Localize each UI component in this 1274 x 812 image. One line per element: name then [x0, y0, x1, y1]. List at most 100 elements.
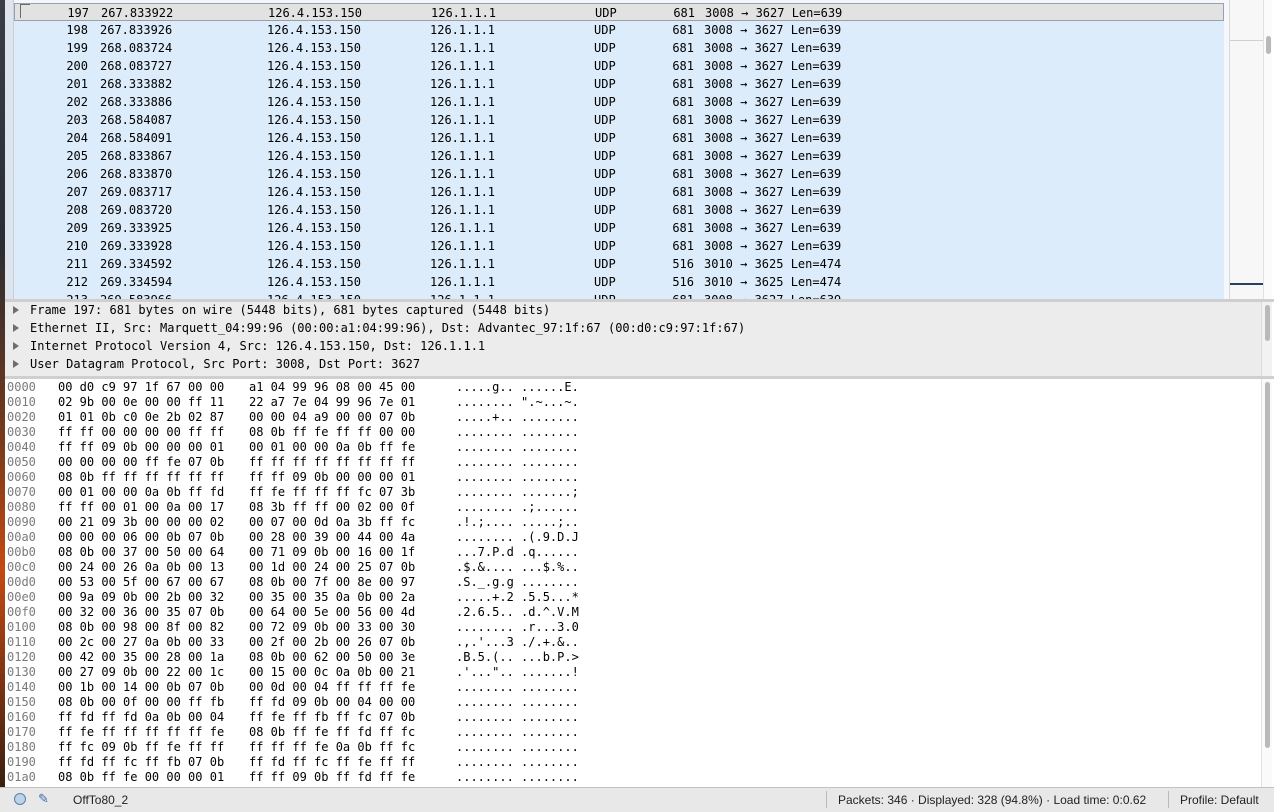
packet-row[interactable]: 199 268.083724 126.4.153.150 126.1.1.1 UDP 68… — [14, 39, 1224, 57]
packet-source: 126.4.153.150 — [267, 167, 361, 181]
packet-details-pane[interactable]: Frame 197: 681 bytes on wire (5448 bits)… — [5, 302, 1272, 376]
packet-destination: 126.1.1.1 — [430, 203, 496, 217]
ascii-dump: ........ ........ — [456, 740, 579, 754]
hex-bytes-first-half: 00 00 00 06 00 0b 07 0b — [58, 530, 225, 544]
packet-source: 126.4.153.150 — [267, 41, 361, 55]
packet-time: 269.333928 — [100, 239, 173, 253]
packet-time: 268.584087 — [100, 113, 173, 127]
packet-info: 3008 → 3627 Len=639 — [704, 221, 842, 235]
hex-bytes-first-half: 08 0b ff fe 00 00 00 01 — [58, 770, 225, 784]
ascii-dump: ........ .......; — [456, 485, 579, 499]
ascii-dump: ........ ........ — [456, 695, 579, 709]
protocol-tree-item[interactable]: User Datagram Protocol, Src Port: 3008, … — [5, 356, 1255, 374]
profile-selector[interactable]: Profile: Default — [1180, 793, 1259, 807]
packet-source: 126.4.153.150 — [267, 131, 361, 145]
packet-row[interactable]: 206 268.833870 126.4.153.150 126.1.1.1 UDP 68… — [14, 165, 1224, 183]
expand-triangle-icon[interactable] — [13, 306, 19, 314]
ascii-dump: ........ ........ — [456, 755, 579, 769]
packet-source: 126.4.153.150 — [267, 203, 361, 217]
packet-row[interactable]: 204 268.584091 126.4.153.150 126.1.1.1 UDP 68… — [14, 129, 1224, 147]
details-scrollbar[interactable] — [1261, 302, 1272, 376]
bytes-scroll-thumb[interactable] — [1265, 382, 1270, 748]
packet-source: 126.4.153.150 — [267, 113, 361, 127]
protocol-tree-label: Ethernet II, Src: Marquett_04:99:96 (00:… — [30, 321, 746, 335]
packet-length: 681 — [672, 167, 694, 181]
ascii-dump: .B.5.(.. ...b.P.> — [456, 650, 579, 664]
packet-row[interactable]: 202 268.333886 126.4.153.150 126.1.1.1 UDP 68… — [14, 93, 1224, 111]
packet-protocol: UDP — [594, 95, 616, 109]
packet-length: 681 — [673, 6, 695, 20]
expert-info-icon[interactable] — [14, 793, 26, 805]
packet-row[interactable]: 212 269.334594 126.4.153.150 126.1.1.1 UDP 51… — [14, 273, 1224, 291]
packet-row[interactable]: 213269.583966126.4.153.150126.1.1.1UDP68… — [14, 291, 1224, 299]
packet-source: 126.4.153.150 — [267, 257, 361, 271]
packet-info: 3008 → 3627 Len=639 — [704, 77, 842, 91]
packet-bytes-pane[interactable]: 0000 00 d0 c9 97 1f 67 00 00 a1 04 99 96 0… — [5, 379, 1272, 787]
packet-info: 3008 → 3627 Len=639 — [704, 203, 842, 217]
packet-row[interactable]: 205 268.833867 126.4.153.150 126.1.1.1 UDP 68… — [14, 147, 1224, 165]
packet-row[interactable]: 198 267.833926 126.4.153.150 126.1.1.1 UDP 68… — [14, 21, 1224, 39]
hex-bytes-second-half: 00 01 00 00 0a 0b ff fe — [249, 440, 416, 454]
expand-triangle-icon[interactable] — [13, 324, 19, 332]
packet-length: 681 — [672, 23, 694, 37]
ascii-dump: ........ ........ — [456, 680, 579, 694]
packet-list-scroll-thumb[interactable] — [1266, 36, 1271, 54]
hex-bytes-first-half: 00 00 00 00 ff fe 07 0b — [58, 455, 225, 469]
hex-offset: 0130 — [7, 665, 36, 679]
packet-number: 209 — [66, 221, 88, 235]
packet-destination: 126.1.1.1 — [430, 131, 496, 145]
packet-number: 205 — [66, 149, 88, 163]
hex-bytes-second-half: 08 3b ff ff 00 02 00 0f — [249, 500, 416, 514]
hex-bytes-first-half: ff fd ff fc ff fb 07 0b — [58, 755, 225, 769]
packet-source: 126.4.153.150 — [267, 95, 361, 109]
packet-row[interactable]: 203 268.584087 126.4.153.150 126.1.1.1 UDP 68… — [14, 111, 1224, 129]
hex-bytes-first-half: 00 01 00 00 0a 0b ff fd — [58, 485, 225, 499]
packet-row[interactable]: 201 268.333882 126.4.153.150 126.1.1.1 UDP 68… — [14, 75, 1224, 93]
packet-time: 268.833867 — [100, 149, 173, 163]
packet-protocol: UDP — [594, 23, 616, 37]
packet-protocol: UDP — [594, 77, 616, 91]
packet-row[interactable]: 197 267.833922 126.4.153.150 126.1.1.1 UDP 68… — [14, 3, 1224, 21]
packet-source: 126.4.153.150 — [267, 23, 361, 37]
packet-row[interactable]: 209 269.333925 126.4.153.150 126.1.1.1 UDP 68… — [14, 219, 1224, 237]
packet-row[interactable]: 210 269.333928 126.4.153.150 126.1.1.1 UDP 68… — [14, 237, 1224, 255]
packet-list-pane[interactable]: 197 267.833922 126.4.153.150 126.1.1.1 UDP 68… — [5, 0, 1272, 299]
packet-time: 268.333882 — [100, 77, 173, 91]
packet-number: 198 — [66, 23, 88, 37]
packet-source: 126.4.153.150 — [267, 221, 361, 235]
details-scroll-thumb[interactable] — [1265, 305, 1270, 341]
hex-bytes-second-half: 00 35 00 35 0a 0b 00 2a — [249, 590, 416, 604]
packet-list-minimap[interactable] — [1229, 0, 1263, 299]
packet-row[interactable]: 207 269.083717 126.4.153.150 126.1.1.1 UDP 68… — [14, 183, 1224, 201]
packet-list-scrollbar[interactable] — [1263, 0, 1272, 299]
hex-offset: 0040 — [7, 440, 36, 454]
packet-number: 212 — [66, 275, 88, 289]
hex-bytes-first-half: ff ff 00 01 00 0a 00 17 — [58, 500, 225, 514]
minimap-marker — [1230, 40, 1263, 41]
protocol-tree-item[interactable]: Ethernet II, Src: Marquett_04:99:96 (00:… — [5, 320, 1255, 338]
ascii-dump: .....g.. ......E. — [456, 380, 579, 394]
expand-triangle-icon[interactable] — [13, 342, 19, 350]
packet-length: 681 — [672, 203, 694, 217]
protocol-tree-item[interactable]: Internet Protocol Version 4, Src: 126.4.… — [5, 338, 1255, 356]
ascii-dump: .$.&.... ...$.%.. — [456, 560, 579, 574]
packet-length: 681 — [672, 41, 694, 55]
hex-bytes-first-half: ff fd ff fd 0a 0b 00 04 — [58, 710, 225, 724]
protocol-tree-item[interactable]: Frame 197: 681 bytes on wire (5448 bits)… — [5, 302, 1255, 320]
packet-row[interactable]: 211 269.334592 126.4.153.150 126.1.1.1 UDP 51… — [14, 255, 1224, 273]
packet-destination: 126.1.1.1 — [430, 149, 496, 163]
hex-offset: 00d0 — [7, 575, 36, 589]
packet-number: 204 — [66, 131, 88, 145]
packet-row[interactable]: 200 268.083727 126.4.153.150 126.1.1.1 UDP 68… — [14, 57, 1224, 75]
packet-source: 126.4.153.150 — [268, 6, 362, 20]
expand-triangle-icon[interactable] — [13, 360, 19, 368]
packet-time: 267.833922 — [101, 6, 174, 20]
packet-row[interactable]: 208 269.083720 126.4.153.150 126.1.1.1 UDP 68… — [14, 201, 1224, 219]
protocol-tree-label: Internet Protocol Version 4, Src: 126.4.… — [30, 339, 486, 353]
packet-protocol: UDP — [594, 113, 616, 127]
bytes-scrollbar[interactable] — [1261, 379, 1272, 787]
edit-comment-icon[interactable]: ✎ — [38, 791, 54, 807]
packet-info: 3008 → 3627 Len=639 — [705, 6, 843, 20]
hex-offset: 0070 — [7, 485, 36, 499]
hex-bytes-first-half: ff fc 09 0b ff fe ff ff — [58, 740, 225, 754]
